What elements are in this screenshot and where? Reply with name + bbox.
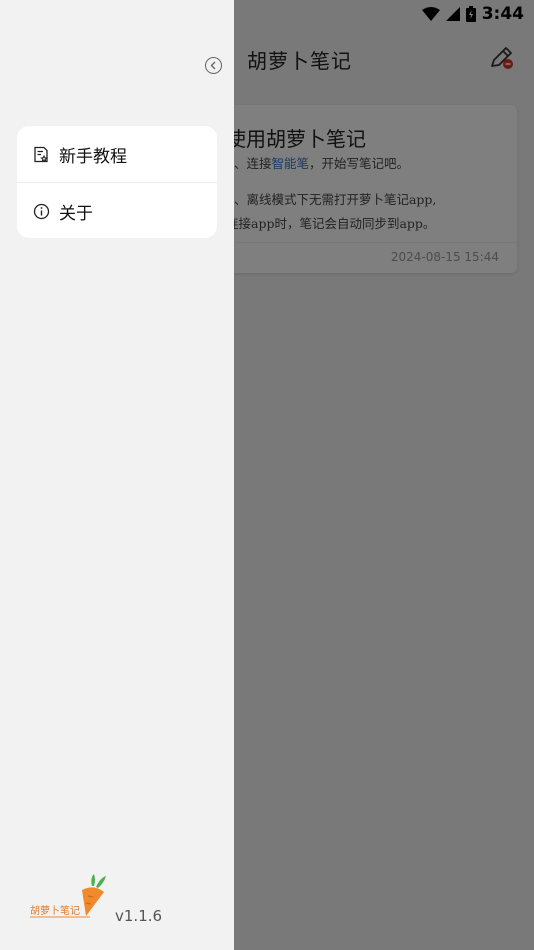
- app-logo: 胡萝卜笔记: [30, 872, 110, 918]
- app-version: v1.1.6: [115, 907, 163, 925]
- menu-item-about[interactable]: 关于: [17, 182, 217, 238]
- drawer-menu: 新手教程 关于: [17, 126, 217, 238]
- menu-item-about-label: 关于: [59, 203, 93, 224]
- info-icon: [33, 203, 50, 220]
- navigation-drawer: 新手教程 关于 胡萝卜笔记 v1.1.6: [0, 0, 234, 950]
- chevron-left-icon: [210, 61, 216, 70]
- tutorial-icon: [33, 146, 50, 163]
- collapse-drawer-button[interactable]: [205, 57, 222, 74]
- menu-item-tutorial-label: 新手教程: [59, 146, 127, 167]
- menu-item-tutorial[interactable]: 新手教程: [17, 126, 217, 182]
- logo-text: 胡萝卜笔记: [30, 906, 80, 917]
